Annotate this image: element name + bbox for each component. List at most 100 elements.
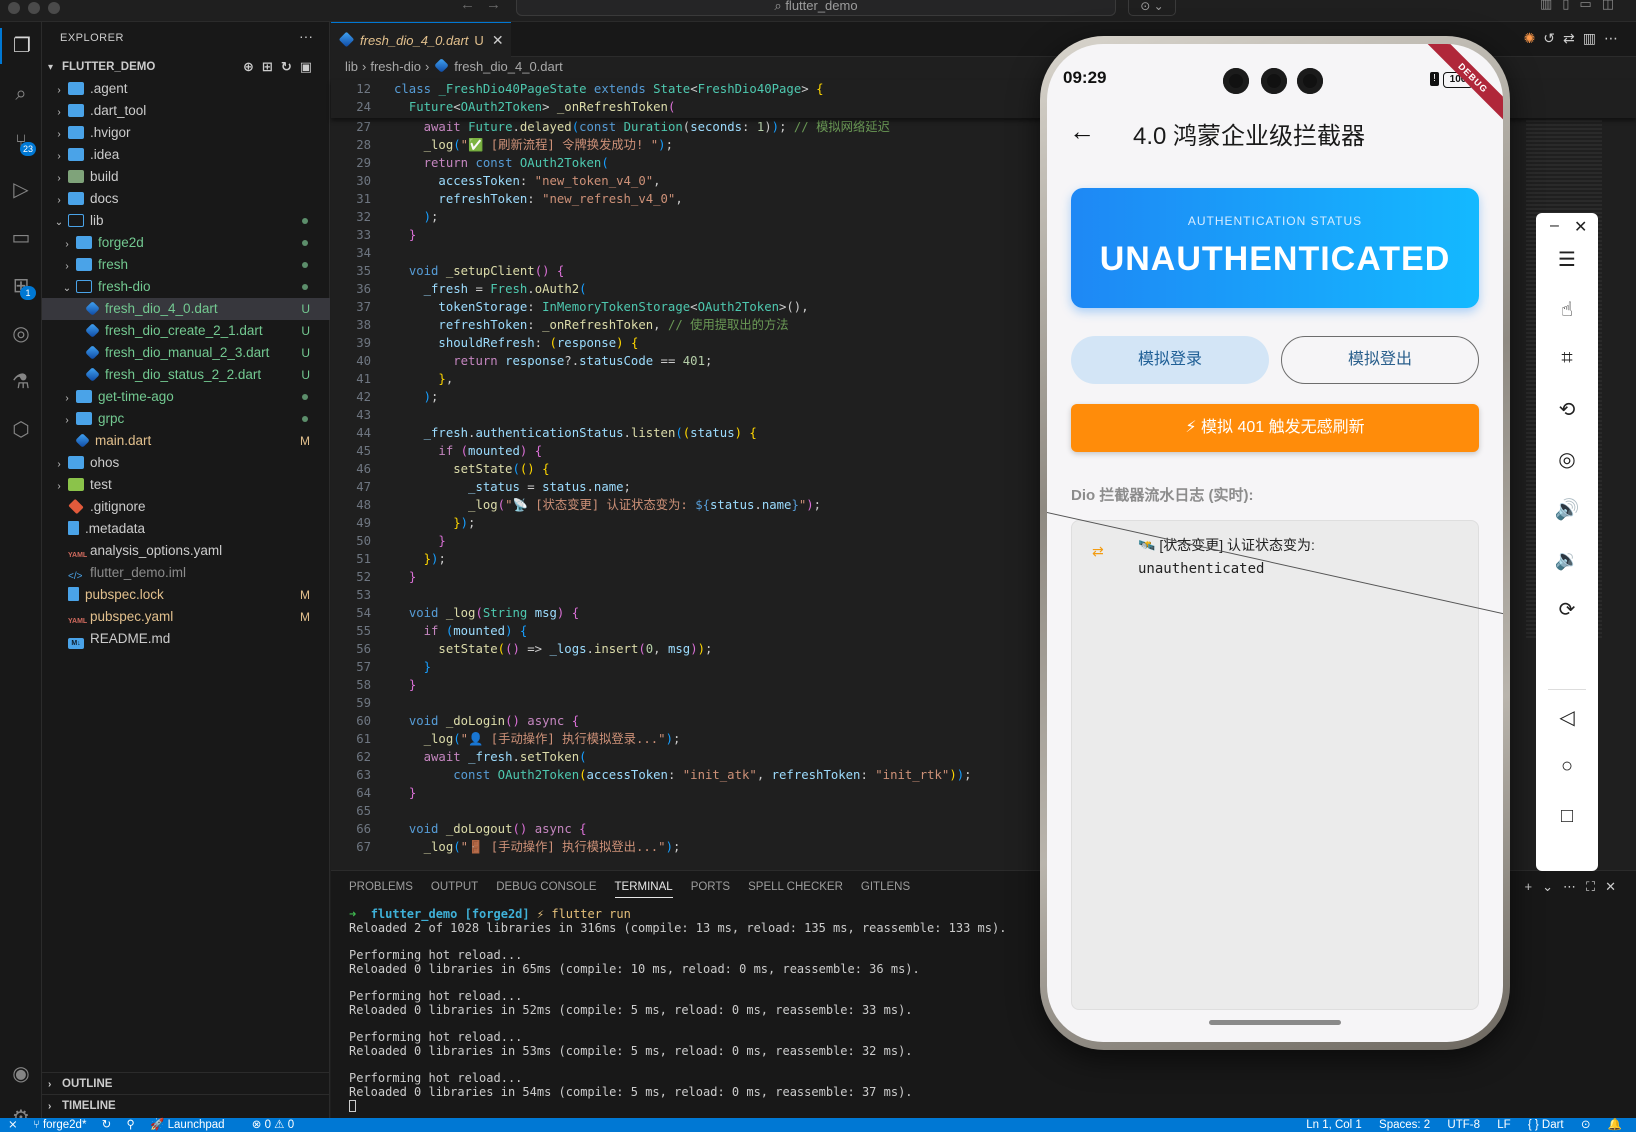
tab-ports[interactable]: PORTS xyxy=(691,881,730,897)
language-mode[interactable]: { } Dart xyxy=(1528,1119,1564,1131)
tree-item-agent[interactable]: › .agent xyxy=(42,78,330,100)
tree-item-pubspec-lock[interactable]: pubspec.lock M xyxy=(42,584,330,606)
tree-item-gitignore[interactable]: .gitignore xyxy=(42,496,330,518)
menu-icon[interactable]: ☰ xyxy=(1536,247,1598,272)
modified-dot xyxy=(302,240,308,246)
tree-item-fresh-dio-create[interactable]: fresh_dio_create_2_1.dart U xyxy=(42,320,330,342)
remote-icon[interactable]: ⨯ xyxy=(8,1119,18,1131)
testing-icon[interactable]: ⚗ xyxy=(0,364,42,400)
tree-item-main-dart[interactable]: main.dart M xyxy=(42,430,330,452)
tree-item-grpc[interactable]: › grpc xyxy=(42,408,330,430)
panel-actions[interactable]: +⌄⋯⛶✕ xyxy=(1525,879,1626,895)
rotate-icon[interactable]: ⟲ xyxy=(1536,397,1598,422)
tab-spell-checker[interactable]: SPELL CHECKER xyxy=(748,881,843,897)
explorer-actions[interactable]: ⊕⊞↻▣ xyxy=(243,56,320,78)
nav-back-icon[interactable]: ◁ xyxy=(1536,705,1598,730)
tab-debug-console[interactable]: DEBUG CONSOLE xyxy=(496,881,596,897)
tab-gitlens[interactable]: GITLENS xyxy=(861,881,910,897)
back-arrow-icon[interactable]: ← xyxy=(460,0,475,13)
tree-item-readme[interactable]: M↓ README.md xyxy=(42,628,330,650)
simulate-login-button[interactable]: 模拟登录 xyxy=(1071,336,1269,384)
breadcrumb[interactable]: lib › fresh-dio › fresh_dio_4_0.dart xyxy=(345,58,563,74)
source-control-icon[interactable]: ⑂ 23 xyxy=(0,124,42,160)
folder-icon xyxy=(68,126,84,139)
close-tab-icon[interactable]: ✕ xyxy=(492,32,504,48)
tree-item-fresh-dio-status[interactable]: fresh_dio_status_2_2.dart U xyxy=(42,364,330,386)
git-graph-icon[interactable]: ⚲ xyxy=(126,1119,134,1131)
indentation[interactable]: Spaces: 2 xyxy=(1379,1119,1430,1131)
copilot-chat-button[interactable]: ⊙ ⌄ xyxy=(1128,0,1176,16)
branch-indicator[interactable]: ⑂ forge2d* ↻ xyxy=(33,1119,111,1131)
explorer-icon[interactable]: ❐ xyxy=(0,28,42,64)
tree-item-analysis-options[interactable]: YAML analysis_options.yaml xyxy=(42,540,330,562)
tree-item-docs[interactable]: › docs xyxy=(42,188,330,210)
tree-item-build[interactable]: › build xyxy=(42,166,330,188)
rotate-device-icon[interactable]: ⟳ xyxy=(1536,597,1598,622)
folder-icon xyxy=(68,104,84,117)
volume-up-icon[interactable]: 🔊 xyxy=(1536,497,1598,522)
cursor-position[interactable]: Ln 1, Col 1 xyxy=(1306,1119,1362,1131)
outline-section[interactable]: › OUTLINE xyxy=(42,1072,330,1094)
minimize-emulator-icon[interactable]: – xyxy=(1550,217,1559,235)
back-arrow-icon[interactable]: ← xyxy=(1069,116,1095,147)
tree-item-lib[interactable]: ⌄ lib xyxy=(42,210,330,232)
modified-dot xyxy=(302,218,308,224)
tree-item-fresh-dio[interactable]: ⌄ fresh-dio xyxy=(42,276,330,298)
minimize-window-button[interactable] xyxy=(28,2,40,14)
tree-item-metadata[interactable]: .metadata xyxy=(42,518,330,540)
search-icon[interactable]: ⌕ xyxy=(0,76,42,112)
workspace-root[interactable]: ▾ FLUTTER_DEMO ⊕⊞↻▣ xyxy=(42,56,330,78)
folder-icon xyxy=(76,258,92,271)
tree-item-fresh-dio-4-0[interactable]: fresh_dio_4_0.dart U xyxy=(42,298,330,320)
tree-item-idea[interactable]: › .idea xyxy=(42,144,330,166)
tree-item-fresh-dio-manual[interactable]: fresh_dio_manual_2_3.dart U xyxy=(42,342,330,364)
crop-screenshot-icon[interactable]: ⌗ xyxy=(1536,347,1598,370)
tree-item-ohos[interactable]: › ohos xyxy=(42,452,330,474)
tab-problems[interactable]: PROBLEMS xyxy=(349,881,413,897)
tree-item-fresh[interactable]: › fresh xyxy=(42,254,330,276)
volume-down-icon[interactable]: 🔉 xyxy=(1536,547,1598,572)
forward-arrow-icon[interactable]: → xyxy=(486,0,501,13)
nav-home-icon[interactable]: ○ xyxy=(1536,755,1598,778)
close-window-button[interactable] xyxy=(8,2,20,14)
account-icon[interactable]: ◉ xyxy=(0,1056,42,1092)
remote-explorer-icon[interactable]: ▭ xyxy=(0,220,42,256)
gitlens-icon[interactable]: ◎ xyxy=(0,316,42,352)
record-icon[interactable]: ◎ xyxy=(1536,447,1598,472)
close-emulator-icon[interactable]: ✕ xyxy=(1574,217,1587,237)
problems-indicator[interactable]: ⊗ 0 ⚠ 0 xyxy=(252,1119,294,1131)
tree-item-get-time-ago[interactable]: › get-time-ago xyxy=(42,386,330,408)
tree-item-iml[interactable]: </> flutter_demo.iml xyxy=(42,562,330,584)
tree-item-pubspec-yaml[interactable]: YAML pubspec.yaml M xyxy=(42,606,330,628)
encoding[interactable]: UTF-8 xyxy=(1447,1119,1480,1131)
tab-output[interactable]: OUTPUT xyxy=(431,881,478,897)
phone-clock: 09:29 xyxy=(1063,68,1107,87)
database-icon[interactable]: ⬡ xyxy=(0,412,42,448)
alert-icon: ! xyxy=(1430,72,1439,86)
editor-actions[interactable]: ✺↺⇄▥⋯ xyxy=(1524,30,1626,47)
tree-item-hvigor[interactable]: › .hvigor xyxy=(42,122,330,144)
layout-controls[interactable]: ▥▯▭◫ xyxy=(1540,0,1624,12)
home-indicator[interactable] xyxy=(1209,1020,1341,1025)
notifications-bell-icon[interactable]: 🔔 xyxy=(1608,1119,1622,1131)
copilot-status-icon[interactable]: ⊙ xyxy=(1581,1119,1591,1131)
tree-item-dart-tool[interactable]: › .dart_tool xyxy=(42,100,330,122)
tree-item-test[interactable]: › test xyxy=(42,474,330,496)
touch-off-icon[interactable]: ☝ xyxy=(1536,297,1598,322)
timeline-section[interactable]: › TIMELINE xyxy=(42,1094,330,1116)
more-actions-icon[interactable]: ··· xyxy=(299,28,313,44)
run-debug-icon[interactable]: ▷ xyxy=(0,172,42,208)
sparkle-icon[interactable]: ✺ xyxy=(1524,30,1544,46)
tree-item-forge2d[interactable]: › forge2d xyxy=(42,232,330,254)
dart-file-icon xyxy=(85,345,100,360)
command-center-search[interactable]: ⌕ flutter_demo xyxy=(516,0,1116,16)
simulate-401-refresh-button[interactable]: ⚡ 模拟 401 触发无感刷新 xyxy=(1071,404,1479,452)
maximize-window-button[interactable] xyxy=(48,2,60,14)
simulate-logout-button[interactable]: 模拟登出 xyxy=(1281,336,1479,384)
extensions-icon[interactable]: ⊞ 1 xyxy=(0,268,42,304)
line-endings[interactable]: LF xyxy=(1497,1119,1510,1131)
tab-fresh-dio-4-0[interactable]: fresh_dio_4_0.dart U ✕ xyxy=(331,22,511,57)
launchpad-button[interactable]: 🚀 Launchpad xyxy=(150,1119,236,1131)
tab-terminal[interactable]: TERMINAL xyxy=(614,881,673,898)
nav-recents-icon[interactable]: □ xyxy=(1536,805,1598,828)
